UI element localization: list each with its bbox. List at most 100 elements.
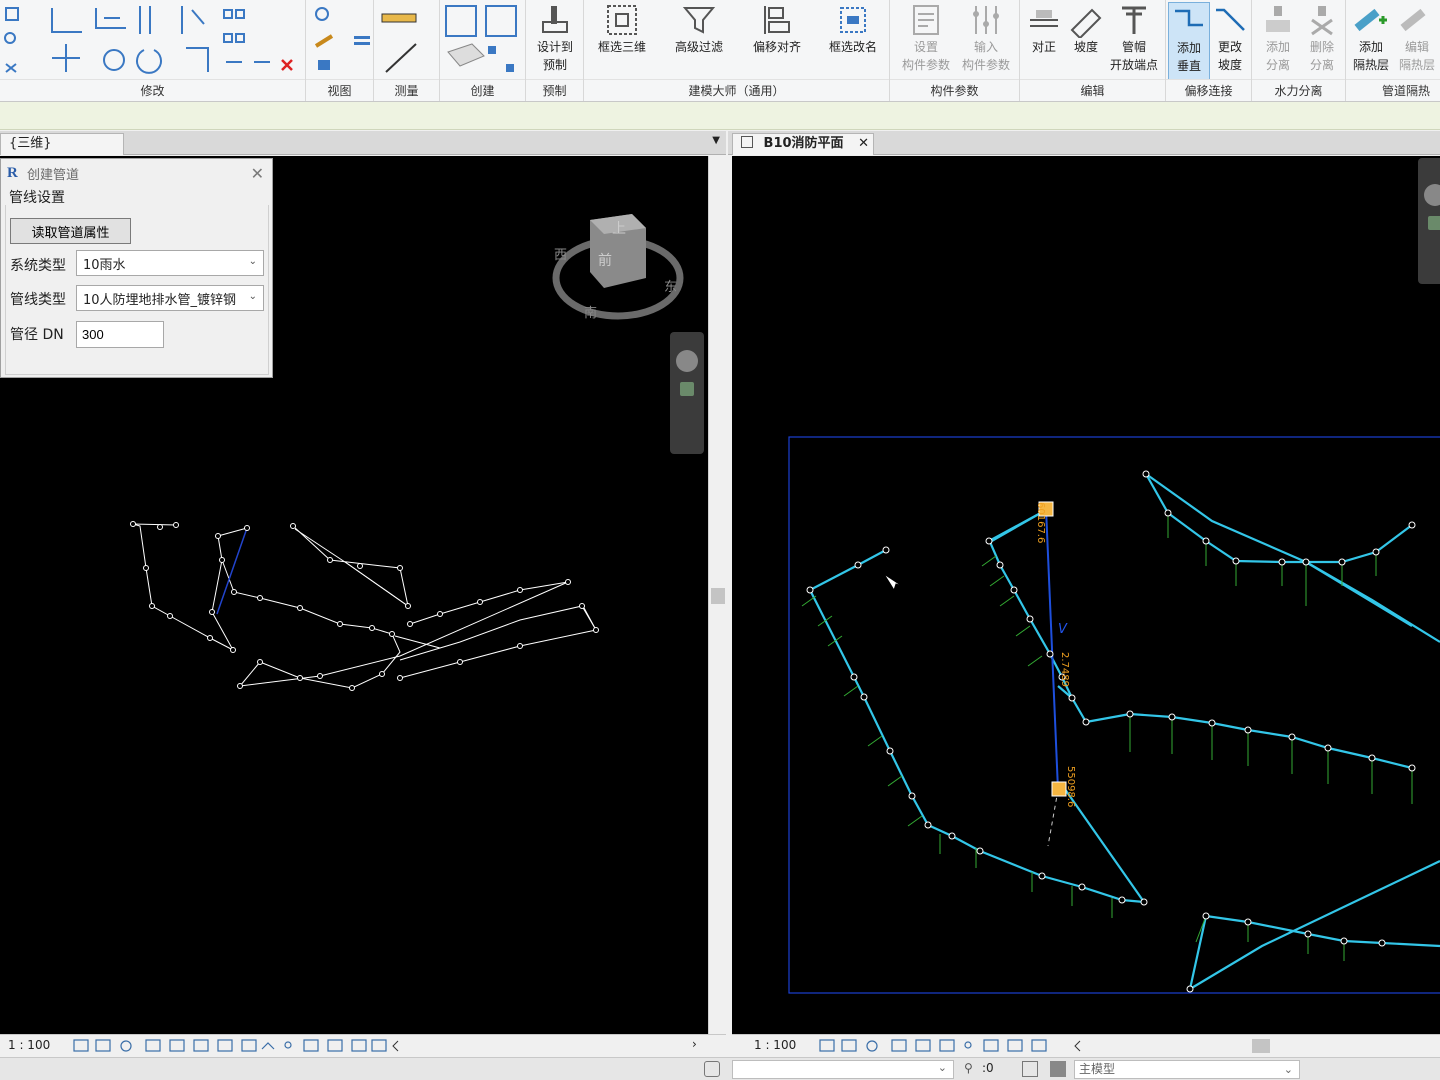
zoom-icon[interactable] (680, 382, 694, 396)
delete-separation-icon (1311, 6, 1333, 36)
steering-wheel-icon[interactable] (676, 350, 698, 372)
view-control-icons[interactable] (72, 1037, 412, 1055)
change-slope-line1: 更改 (1217, 40, 1242, 54)
box-rename-button[interactable]: 框选改名 (822, 2, 884, 56)
right-view-controlbar: 1 : 100 (732, 1034, 1440, 1056)
view-tools-icons[interactable] (306, 0, 374, 80)
close-tab-icon[interactable]: ✕ (858, 136, 869, 152)
horizontal-scroll-thumb[interactable] (1252, 1039, 1270, 1053)
create-tools-icons[interactable] (440, 0, 526, 80)
design-options-icon[interactable] (1022, 1061, 1038, 1077)
model-select-value: 主模型 (1079, 1062, 1116, 1076)
add-vertical-button[interactable]: 添加 垂直 (1168, 2, 1210, 80)
pipe-type-label: 管线类型 (10, 292, 66, 308)
delete-separation-line2: 分离 (1309, 58, 1334, 72)
view-dropdown-icon[interactable]: ▼ (712, 135, 720, 146)
box-3d-label: 框选三维 (597, 40, 646, 54)
edit-insulation-button[interactable]: 编辑 隔热层 (1394, 2, 1440, 74)
measure-tools-icons[interactable] (374, 0, 440, 80)
tab-b10-label: B10消防平面 (763, 136, 844, 151)
plan-view-canvas[interactable]: 60167.6 2.7489 55098.6 V (732, 156, 1440, 1034)
close-icon[interactable]: ✕ (251, 164, 264, 183)
offset-connect-group: 添加 垂直 更改 坡度 偏移连接 (1166, 0, 1252, 101)
pipe-type-select[interactable]: 10人防埋地排水管_镀锌钢 ⌄ (76, 285, 264, 311)
component-params-label: 构件参数 (890, 79, 1019, 99)
view-group-label: 视图 (306, 79, 373, 99)
tab-3d-label: {三维} (9, 136, 52, 151)
set-params-icon (913, 5, 939, 35)
pipe-type-value: 10人防埋地排水管_镀锌钢 (83, 293, 237, 308)
create-group-label: 创建 (440, 79, 525, 99)
input-params-button[interactable]: 输入 构件参数 (956, 2, 1016, 74)
add-separation-line1: 添加 (1265, 40, 1290, 54)
viewcube[interactable]: 上 前 西 东 南 (548, 206, 688, 326)
tab-b10-plan[interactable]: B10消防平面 ✕ (732, 133, 874, 155)
slope-icon (1070, 8, 1102, 38)
elevation-label-bottom: 55098.6 (1065, 766, 1076, 808)
add-separation-button[interactable]: 添加 分离 (1256, 2, 1300, 74)
model-select[interactable]: 主模型 ⌄ (1074, 1060, 1300, 1079)
dn-input[interactable] (76, 321, 164, 348)
component-params-group: 设置 构件参数 输入 构件参数 构件参数 (890, 0, 1020, 101)
add-vertical-line2: 垂直 (1176, 59, 1201, 73)
create-group: 创建 (440, 0, 526, 101)
design-to-prefab-button[interactable]: 设计到 预制 (530, 2, 580, 74)
insulation-group: 添加 隔热层 编辑 隔热层 管道隔热层 (1346, 0, 1440, 101)
dialog-titlebar: R 创建管道 (1, 159, 272, 187)
edit-group: 对正 坡度 管帽 开放端点 编辑 (1020, 0, 1166, 101)
navigation-bar[interactable] (670, 332, 704, 454)
system-type-select[interactable]: 10雨水 ⌄ (76, 250, 264, 276)
align-button[interactable]: 对正 (1024, 2, 1064, 56)
edit-insulation-icon (1400, 8, 1426, 32)
offset-align-label: 偏移对齐 (752, 40, 801, 54)
options-bar (0, 102, 1440, 130)
modify-tools-icons[interactable] (0, 0, 306, 80)
add-insulation-button[interactable]: 添加 隔热层 (1348, 2, 1394, 74)
offset-align-button[interactable]: 偏移对齐 (744, 2, 810, 56)
plan-navigation-bar[interactable] (1418, 158, 1440, 284)
edit-insulation-line1: 编辑 (1404, 40, 1429, 54)
box-rename-label: 框选改名 (828, 40, 877, 54)
right-scale[interactable]: 1 : 100 (754, 1038, 796, 1052)
box-3d-button[interactable]: 框选三维 (590, 2, 654, 56)
jianmo-group-label: 建模大师（通用） (584, 79, 889, 99)
left-scale[interactable]: 1 : 100 (8, 1038, 50, 1052)
measure-group-label: 测量 (374, 79, 439, 99)
viewcube-west: 西 (554, 248, 568, 263)
pipe-cap-button[interactable]: 管帽 开放端点 (1104, 2, 1164, 74)
tab-3d-view[interactable]: {三维} (0, 133, 124, 155)
insulation-label: 管道隔热层 (1346, 79, 1440, 99)
workset-select[interactable]: ⌄ (732, 1060, 954, 1079)
ribbon: 修改 视图 测量 创建 设计到 预制 预制 框选三维 高级过滤 偏移对齐 框选改… (0, 0, 1440, 102)
read-pipe-properties-button[interactable]: 读取管道属性 (10, 218, 131, 244)
add-separation-icon (1266, 6, 1290, 32)
elevation-label-top: 60167.6 (1035, 502, 1046, 544)
layers-icon[interactable] (1050, 1061, 1066, 1077)
design-to-prefab-line2: 预制 (542, 58, 567, 72)
filter-icon[interactable]: ⚲ (964, 1061, 973, 1075)
slope-button[interactable]: 坡度 (1066, 2, 1106, 56)
left-view-vscroll[interactable] (708, 156, 726, 1034)
section-title: 管线设置 (9, 190, 65, 206)
input-params-line2: 构件参数 (961, 58, 1010, 72)
scroll-thumb[interactable] (711, 588, 725, 604)
adv-filter-button[interactable]: 高级过滤 (666, 2, 732, 56)
zoom-icon[interactable] (1428, 216, 1440, 230)
change-slope-icon (1216, 8, 1245, 31)
viewcube-east: 东 (664, 280, 678, 295)
delete-separation-button[interactable]: 删除 分离 (1300, 2, 1344, 74)
worksets-icon[interactable] (704, 1061, 720, 1077)
change-slope-button[interactable]: 更改 坡度 (1210, 2, 1250, 74)
input-params-line1: 输入 (973, 40, 998, 54)
steering-wheel-icon[interactable] (1424, 184, 1440, 206)
scroll-right-icon[interactable]: › (692, 1037, 697, 1051)
add-insulation-line1: 添加 (1358, 40, 1383, 54)
offset-align-icon (764, 6, 790, 34)
view-control-icons[interactable] (818, 1037, 1088, 1055)
set-params-button[interactable]: 设置 构件参数 (896, 2, 956, 74)
change-slope-line2: 坡度 (1217, 58, 1242, 72)
dialog-title: 创建管道 (27, 167, 80, 183)
box-rename-icon (840, 7, 866, 33)
chevron-down-icon: ⌄ (248, 291, 257, 302)
view-group: 视图 (306, 0, 374, 101)
